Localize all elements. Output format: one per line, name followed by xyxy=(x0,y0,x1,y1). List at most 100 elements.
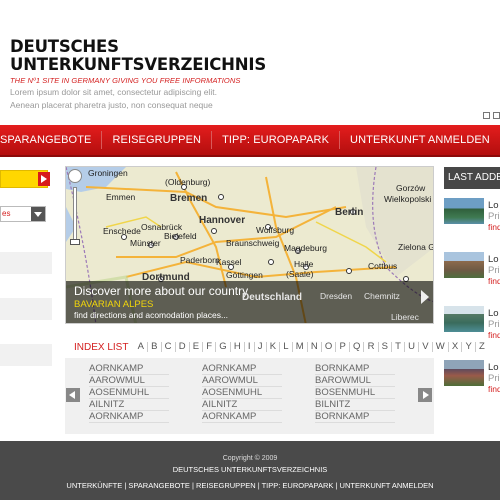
item-title[interactable]: Lo xyxy=(488,254,499,265)
index-letter-u[interactable]: U xyxy=(404,342,418,352)
last-added-item[interactable]: Lo Pri find xyxy=(444,198,500,238)
site-description-line2: Aenean placerat pharetra justo, non cons… xyxy=(10,100,213,110)
map-city-label: Enschede xyxy=(103,226,141,236)
index-column: AORNKAMP AAROWMUL AOSENMUHL AILNITZ AORN… xyxy=(89,363,169,423)
index-letter-m[interactable]: M xyxy=(291,342,307,352)
index-letter-r[interactable]: R xyxy=(363,342,377,352)
index-letter-j[interactable]: J xyxy=(253,342,266,352)
index-letter-o[interactable]: O xyxy=(320,342,336,352)
map-city-label: Kassel xyxy=(216,257,242,267)
map-city-label: Wolfsburg xyxy=(256,225,295,235)
index-letter-b[interactable]: B xyxy=(147,342,161,352)
index-entry[interactable]: AOSENMUHL xyxy=(89,387,169,399)
map-city-label: Zielona Góra xyxy=(398,242,433,252)
footer-copyright: Copyright © 2009 xyxy=(222,455,278,462)
index-entry[interactable]: AORNKAMP xyxy=(202,363,282,375)
index-letter-t[interactable]: T xyxy=(391,342,404,352)
mail-icon[interactable] xyxy=(483,112,490,119)
index-letter-i[interactable]: I xyxy=(243,342,254,352)
index-letter-c[interactable]: C xyxy=(160,342,175,352)
index-letter-h[interactable]: H xyxy=(229,342,244,352)
footer-links[interactable]: UNTERKÜNFTE | SPARANGEBOTE | REISEGRUPPE… xyxy=(0,481,500,490)
index-entry[interactable]: AAROWMUL xyxy=(202,375,282,387)
index-entry[interactable]: BILNITZ xyxy=(315,399,395,411)
nav-item-reisegruppen[interactable]: REISEGRUPPEN xyxy=(102,134,211,146)
nav-item-europapark[interactable]: TIPP: EUROPAPARK xyxy=(212,134,339,146)
left-menu-item[interactable] xyxy=(0,344,52,366)
chevron-down-icon[interactable] xyxy=(31,207,45,221)
map-pan-icon[interactable] xyxy=(68,169,82,183)
site-description-line1: Lorem ipsum dolor sit amet, consectetur … xyxy=(10,87,217,97)
item-link[interactable]: find xyxy=(488,276,500,286)
map-city-label: Magdeburg xyxy=(284,243,328,253)
index-entry[interactable]: BORNKAMP xyxy=(315,411,395,423)
map-zoom-control[interactable] xyxy=(68,169,82,249)
item-title[interactable]: Lo xyxy=(488,200,499,211)
map-city-label: Dresden xyxy=(320,291,353,301)
item-thumbnail[interactable] xyxy=(444,306,484,332)
item-link[interactable]: find xyxy=(488,222,500,232)
left-menu-item[interactable] xyxy=(0,252,52,274)
index-entry[interactable]: AILNITZ xyxy=(202,399,282,411)
map-city-label: (Saale) xyxy=(286,269,314,279)
map-caption-description[interactable]: find directions and acomodation places..… xyxy=(74,310,228,320)
search-submit-icon[interactable] xyxy=(38,172,50,186)
map-city-label: Braunschweig xyxy=(226,238,280,248)
map-city-label: Bielefeld xyxy=(164,231,197,241)
index-letter-p[interactable]: P xyxy=(335,342,349,352)
map-city-label: Hannover xyxy=(199,215,246,226)
site-logo[interactable]: DEUTSCHES UNTERKUNFTSVERZEICHNIS THE Nº1… xyxy=(10,37,267,111)
last-added-item[interactable]: Lo Pri find xyxy=(444,252,500,292)
germany-map[interactable]: Groningen (Oldenburg) Emmen Bremen Gorzó… xyxy=(65,166,434,324)
item-title[interactable]: Lo xyxy=(488,362,499,373)
item-price: Pri xyxy=(488,211,500,222)
index-letter-f[interactable]: F xyxy=(202,342,215,352)
index-entry[interactable]: AORNKAMP xyxy=(202,411,282,423)
index-entry[interactable]: AORNKAMP xyxy=(89,411,169,423)
index-list-title: INDEX LIST xyxy=(74,341,129,353)
map-zoom-handle[interactable] xyxy=(70,239,80,245)
index-prev-icon[interactable] xyxy=(66,388,80,402)
item-link[interactable]: find xyxy=(488,330,500,340)
index-next-icon[interactable] xyxy=(418,388,432,402)
index-entry[interactable]: AILNITZ xyxy=(89,399,169,411)
map-next-arrow-icon[interactable] xyxy=(421,290,429,304)
index-letter-e[interactable]: E xyxy=(188,342,203,352)
index-letter-v[interactable]: V xyxy=(418,342,432,352)
map-city-label: Liberec xyxy=(391,312,419,322)
index-letter-d[interactable]: D xyxy=(174,342,189,352)
map-city-label: Cottbus xyxy=(368,261,398,271)
index-entry[interactable]: BOSENMUHL xyxy=(315,387,395,399)
map-caption-subtitle[interactable]: BAVARIAN ALPES xyxy=(74,299,153,310)
index-letter-l[interactable]: L xyxy=(279,342,291,352)
index-list-panel: AORNKAMP AAROWMUL AOSENMUHL AILNITZ AORN… xyxy=(65,358,434,434)
index-letter-a[interactable]: A xyxy=(134,342,147,352)
map-city-label: Göttingen xyxy=(226,270,263,280)
last-added-item[interactable]: Lo Pri find xyxy=(444,360,500,400)
index-entry[interactable]: BORNKAMP xyxy=(315,363,395,375)
item-thumbnail[interactable] xyxy=(444,252,484,278)
map-zoom-slider[interactable] xyxy=(73,187,77,245)
index-letter-q[interactable]: Q xyxy=(348,342,364,352)
print-icon[interactable] xyxy=(493,112,500,119)
item-title[interactable]: Lo xyxy=(488,308,499,319)
left-menu-item[interactable] xyxy=(0,298,52,320)
site-title-line1: DEUTSCHES xyxy=(10,37,119,56)
index-letter-n[interactable]: N xyxy=(306,342,321,352)
nav-item-sparangebote[interactable]: SPARANGEBOTE xyxy=(0,134,101,146)
item-thumbnail[interactable] xyxy=(444,360,484,386)
index-entry[interactable]: AAROWMUL xyxy=(89,375,169,387)
nav-item-unterkunft-anmelden[interactable]: UNTERKUNFT ANMELDEN xyxy=(340,134,500,146)
index-letter-k[interactable]: K xyxy=(265,342,280,352)
index-entry[interactable]: AOSENMUHL xyxy=(202,387,282,399)
index-entry[interactable]: BAROWMUL xyxy=(315,375,395,387)
last-added-item[interactable]: Lo Pri find xyxy=(444,306,500,346)
item-link[interactable]: find xyxy=(488,384,500,394)
site-title-line2: UNTERKUNFTSVERZEICHNIS xyxy=(10,55,267,74)
index-letter-g[interactable]: G xyxy=(215,342,230,352)
index-letter-s[interactable]: S xyxy=(377,342,392,352)
site-tagline: THE Nº1 SITE IN GERMANY GIVING YOU FREE … xyxy=(10,76,241,85)
index-entry[interactable]: AORNKAMP xyxy=(89,363,169,375)
index-alphabet-bar: INDEX LIST ABCDEFGHIJKLMNOPQRSTUVWXYZ xyxy=(65,339,485,355)
item-thumbnail[interactable] xyxy=(444,198,484,224)
